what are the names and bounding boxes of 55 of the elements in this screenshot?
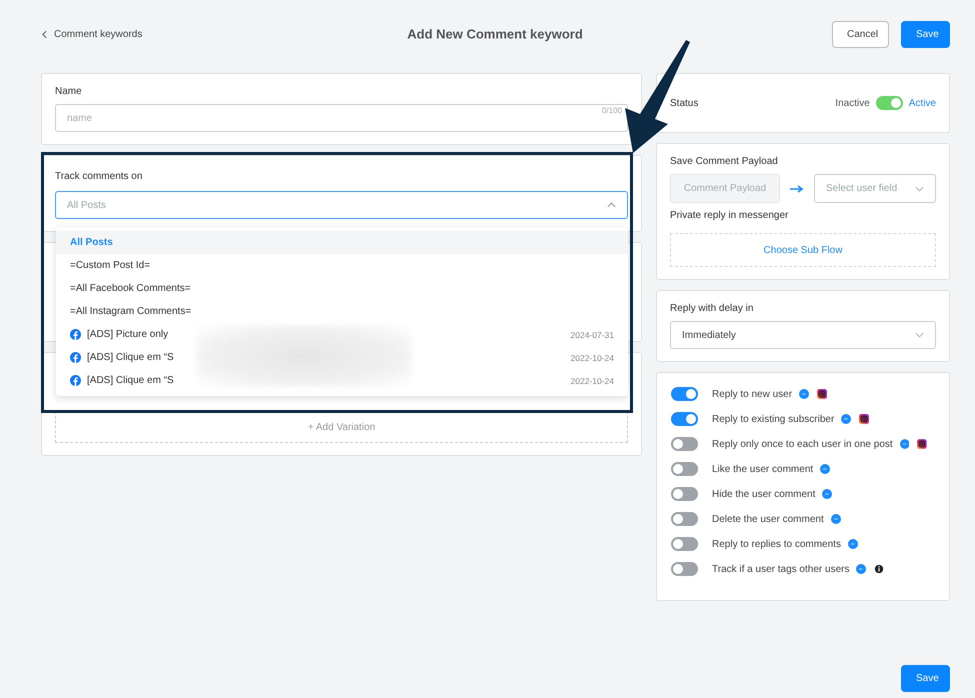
- save-button[interactable]: Save: [901, 665, 950, 692]
- option-toggle[interactable]: [671, 487, 698, 501]
- cancel-button[interactable]: Cancel: [832, 20, 889, 48]
- dropdown-option[interactable]: [ADS] Clique em “S 2022-10-24: [56, 346, 628, 369]
- dropdown-option[interactable]: [ADS] Clique em “S 2022-10-24: [56, 369, 628, 392]
- inactive-label: Inactive: [835, 98, 870, 108]
- chevron-down-icon: [915, 186, 924, 192]
- option-label: Hide the user comment: [712, 488, 816, 500]
- messenger-icon: [799, 389, 810, 399]
- option-toggle[interactable]: [671, 562, 698, 576]
- facebook-icon: [70, 329, 81, 340]
- messenger-icon: [848, 539, 858, 549]
- option-toggle[interactable]: [671, 437, 698, 451]
- option-toggle[interactable]: [671, 412, 698, 426]
- track-label: Track comments on: [55, 171, 144, 182]
- option-label: Reply to new user: [712, 388, 792, 400]
- dropdown-option[interactable]: [ADS] Picture only 2024-07-31: [56, 323, 628, 346]
- messenger-icon: [822, 489, 832, 499]
- delay-label: Reply with delay in: [670, 303, 754, 314]
- option-label: Like the user comment: [712, 464, 814, 474]
- messenger-icon: [900, 439, 910, 449]
- option-label: Reply to replies to comments: [712, 538, 841, 550]
- messenger-icon: [820, 464, 830, 474]
- dropdown-option[interactable]: =All Instagram Comments=: [56, 300, 628, 323]
- character-counter: 0/100: [602, 106, 622, 115]
- caret-icon: [607, 202, 616, 208]
- save-button[interactable]: Save: [901, 20, 950, 48]
- messenger-icon: [841, 414, 852, 424]
- facebook-icon: [70, 352, 81, 363]
- back-link[interactable]: Comment keywords: [42, 28, 142, 40]
- payload-source-field: Comment Payload: [670, 174, 780, 203]
- option-toggle[interactable]: [671, 462, 698, 476]
- dropdown-option[interactable]: =All Facebook Comments=: [56, 277, 628, 300]
- active-label: Active: [908, 98, 936, 108]
- payload-label: Save Comment Payload: [670, 156, 779, 167]
- chevron-down-icon: [915, 332, 924, 338]
- dropdown-option[interactable]: =Custom Post Id=: [56, 254, 628, 277]
- option-toggle[interactable]: [671, 512, 698, 526]
- option-toggle[interactable]: [671, 387, 698, 401]
- status-toggle[interactable]: [876, 96, 903, 110]
- messenger-icon: [830, 514, 841, 524]
- name-label: Name: [55, 86, 83, 97]
- messenger-icon: [856, 564, 866, 574]
- page-title: Add New Comment keyword: [407, 26, 583, 42]
- status-label: Status: [670, 98, 698, 108]
- delay-select[interactable]: Immediately: [670, 321, 936, 349]
- option-label: Track if a user tags other users: [712, 564, 850, 574]
- option-label: Reply to existing subscriber: [712, 414, 834, 424]
- private-reply-label: Private reply in messenger: [670, 210, 790, 221]
- chevron-left-icon: [42, 30, 47, 38]
- option-toggle[interactable]: [671, 537, 698, 551]
- facebook-icon: [70, 375, 81, 386]
- option-label: Delete the user comment: [712, 514, 824, 524]
- option-label: Reply only once to each user in one post: [712, 438, 893, 450]
- arrow-icon: [790, 184, 804, 192]
